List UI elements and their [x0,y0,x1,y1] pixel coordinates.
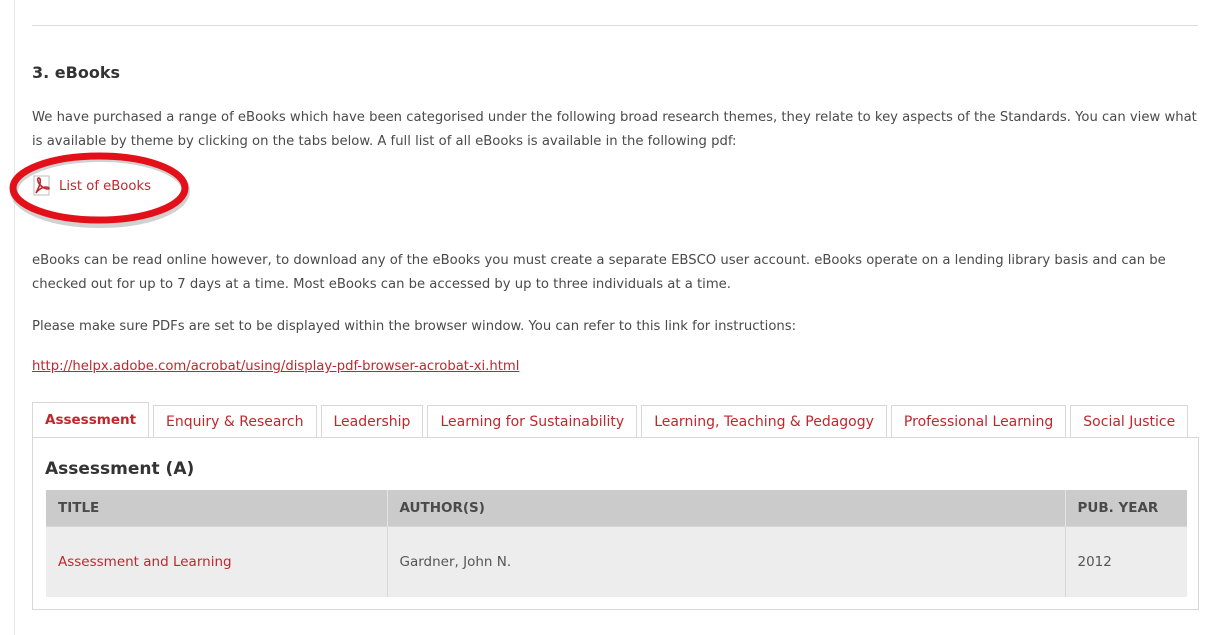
tab-professional-learning[interactable]: Professional Learning [890,405,1067,437]
assessment-tab-panel: Assessment (A) TITLE AUTHOR(S) PUB. YEAR… [32,437,1199,610]
tab-assessment[interactable]: Assessment [32,402,150,437]
section-title: 3. eBooks [32,63,120,82]
column-header-pub-year[interactable]: PUB. YEAR [1065,490,1187,526]
column-header-authors[interactable]: AUTHOR(S) [387,490,1066,526]
left-border [14,0,15,635]
table-row: Assessment and Learning Gardner, John N.… [46,525,1187,597]
tab-leadership[interactable]: Leadership [320,405,424,437]
ebooks-table: TITLE AUTHOR(S) PUB. YEAR Assessment and… [46,490,1187,597]
tab-social-justice[interactable]: Social Justice [1070,405,1189,437]
pdf-icon [32,175,52,197]
intro-paragraph: We have purchased a range of eBooks whic… [32,110,1197,149]
browser-note-paragraph: Please make sure PDFs are set to be disp… [32,319,797,334]
tab-learning-for-sustainability[interactable]: Learning for Sustainability [427,405,638,437]
theme-tabs: Assessment Enquiry & Research Leadership… [32,402,1189,437]
ebook-title-link[interactable]: Assessment and Learning [46,525,388,597]
tab-learning-teaching-pedagogy[interactable]: Learning, Teaching & Pedagogy [641,405,887,437]
ebook-pub-year: 2012 [1065,525,1187,597]
pdf-link-label: List of eBooks [59,178,151,194]
adobe-help-link[interactable]: http://helpx.adobe.com/acrobat/using/dis… [32,359,519,374]
column-header-title[interactable]: TITLE [46,490,388,526]
tab-enquiry-research[interactable]: Enquiry & Research [153,405,317,437]
section-divider [32,25,1198,26]
download-note-paragraph: eBooks can be read online however, to do… [32,253,1166,292]
table-header-row: TITLE AUTHOR(S) PUB. YEAR [46,490,1187,526]
ebook-authors: Gardner, John N. [387,525,1066,597]
list-of-ebooks-link[interactable]: List of eBooks [32,175,151,197]
panel-title: Assessment (A) [45,459,195,479]
